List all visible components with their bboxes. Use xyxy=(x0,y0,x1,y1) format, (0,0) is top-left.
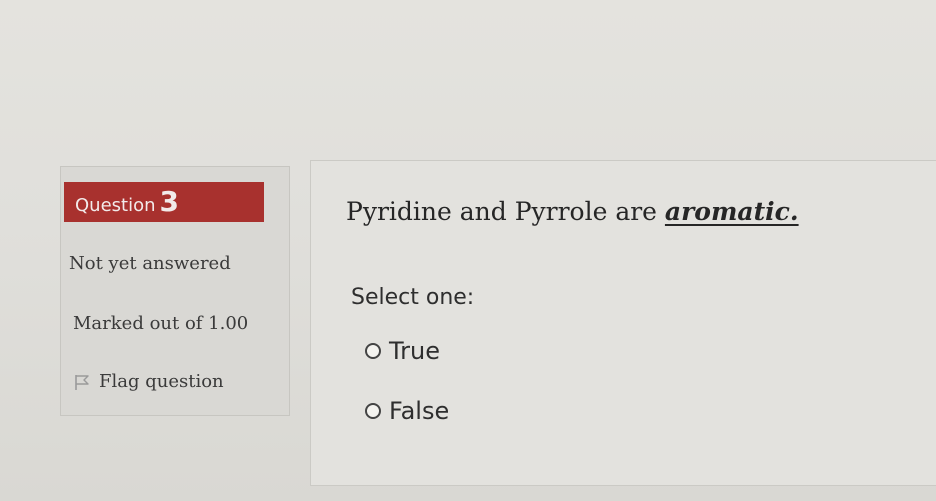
question-number: 3 xyxy=(159,185,179,218)
flag-question-label: Flag question xyxy=(99,371,224,392)
answer-option-false-label: False xyxy=(389,397,450,425)
radio-false[interactable] xyxy=(365,403,381,419)
question-info-panel: Question 3 Not yet answered Marked out of… xyxy=(60,166,290,416)
question-text-emphasis: aromatic. xyxy=(664,197,799,226)
radio-true[interactable] xyxy=(365,343,381,359)
question-content-panel: Pyridine and Pyrrole are aromatic. Selec… xyxy=(310,160,936,486)
answer-prompt: Select one: xyxy=(351,285,475,310)
answer-option-false[interactable]: False xyxy=(365,397,449,425)
question-state: Not yet answered xyxy=(69,253,231,274)
question-grade: Marked out of 1.00 xyxy=(73,313,249,334)
quiz-page: { "question": { "label": "Question", "nu… xyxy=(0,0,936,501)
question-number-banner: Question 3 xyxy=(64,182,264,222)
answer-option-true-label: True xyxy=(389,337,440,365)
flag-icon xyxy=(75,374,89,390)
flag-question-link[interactable]: Flag question xyxy=(73,371,224,392)
question-text-main: Pyridine and Pyrrole are xyxy=(346,197,665,226)
answer-option-true[interactable]: True xyxy=(365,337,440,365)
question-text: Pyridine and Pyrrole are aromatic. xyxy=(346,197,799,226)
question-label: Question xyxy=(75,195,156,216)
